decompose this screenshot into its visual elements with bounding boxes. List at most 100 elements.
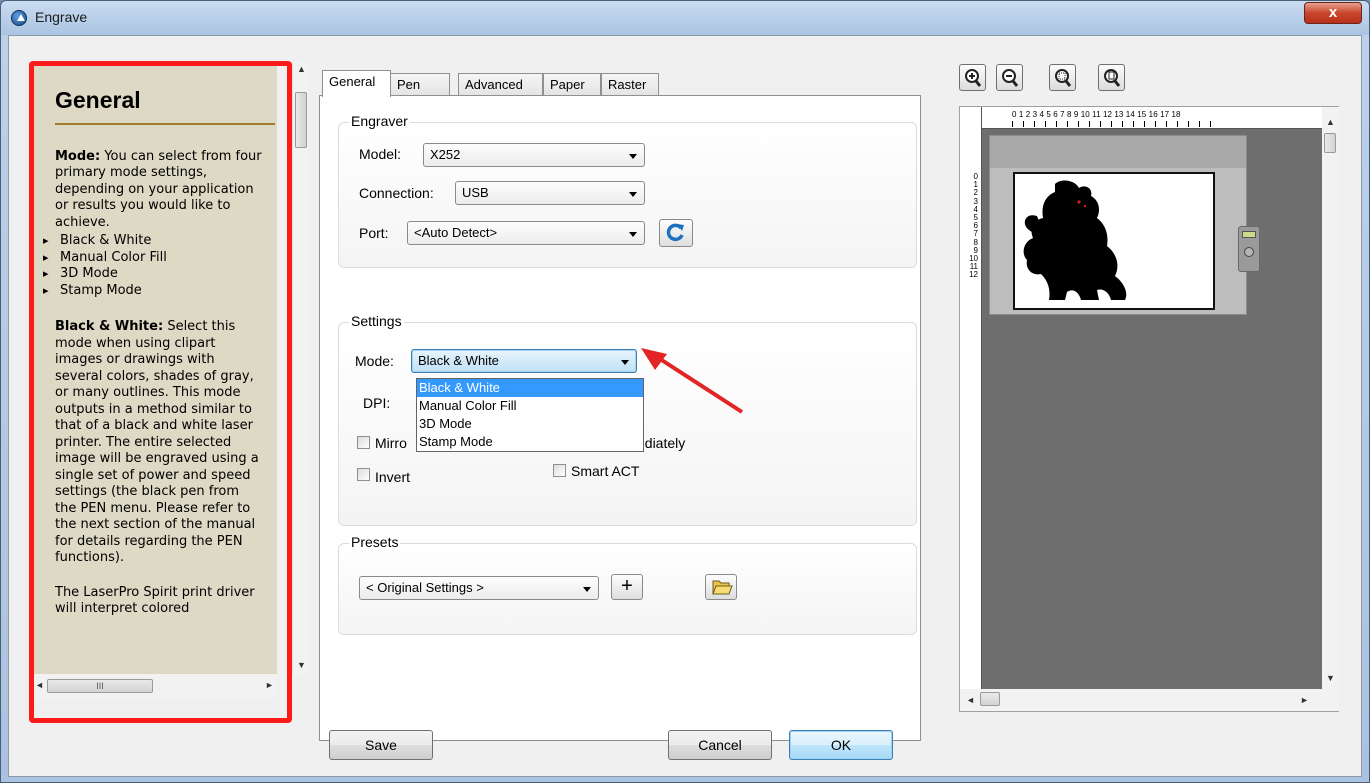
zoom-fit-icon (1055, 69, 1072, 87)
chevron-down-icon (629, 192, 637, 197)
open-preset-button[interactable] (705, 574, 737, 600)
zoom-page-icon (1104, 69, 1121, 87)
help-pane: General Mode: You can select from four p… (29, 62, 308, 722)
help-bw-text: Select this mode when using clipart imag… (55, 319, 259, 565)
port-value: <Auto Detect> (414, 225, 498, 240)
zoom-in-icon (965, 69, 982, 87)
mirror-checkbox[interactable] (357, 436, 370, 449)
zoom-out-icon (1002, 69, 1019, 87)
scroll-down-icon[interactable]: ▼ (1326, 673, 1335, 683)
invert-checkbox[interactable] (357, 468, 370, 481)
ruler-top-labels: 0 1 2 3 4 5 6 7 8 9 10 11 12 13 14 15 16… (1012, 110, 1181, 119)
help-mode-paragraph: Mode: You can select from four primary m… (43, 149, 263, 232)
tab-paper[interactable]: Paper (543, 73, 601, 96)
port-label: Port: (359, 225, 389, 241)
start-immediately-label: ediately (637, 435, 686, 451)
list-item: Manual Color Fill (43, 250, 263, 267)
help-divider (55, 122, 275, 125)
connection-value: USB (462, 185, 489, 200)
zoom-fit-button[interactable] (1049, 64, 1076, 91)
connection-select[interactable]: USB (455, 181, 645, 205)
close-button[interactable]: x (1304, 2, 1362, 24)
title-bar[interactable]: Engrave x (1, 1, 1369, 35)
scroll-up-icon[interactable]: ▲ (297, 64, 306, 74)
help-title: General (55, 87, 141, 113)
tab-advanced[interactable]: Advanced (458, 73, 543, 96)
list-item: Stamp Mode (43, 283, 263, 300)
mirror-label: Mirro (375, 435, 407, 451)
help-vscroll-thumb[interactable] (295, 92, 307, 148)
tab-pen[interactable]: Pen (390, 73, 450, 96)
preview-horizontal-scrollbar[interactable]: ◄ ► (960, 689, 1322, 711)
scroll-left-icon[interactable]: ◄ (966, 695, 975, 705)
ruler-top-ticks (1012, 121, 1212, 127)
zoom-page-button[interactable] (1098, 64, 1125, 91)
port-select[interactable]: <Auto Detect> (407, 221, 645, 245)
add-preset-button[interactable]: + (611, 574, 643, 600)
preview-vertical-scrollbar[interactable]: ▲ ▼ (1322, 107, 1339, 711)
mode-option-stamp-mode[interactable]: Stamp Mode (417, 433, 643, 451)
chevron-down-icon (621, 360, 629, 365)
zoom-out-button[interactable] (996, 64, 1023, 91)
help-hscroll-thumb[interactable]: III (47, 679, 153, 693)
help-horizontal-scrollbar[interactable]: ◄ III ► (29, 674, 277, 698)
chevron-down-icon (629, 232, 637, 237)
scroll-right-icon[interactable]: ► (265, 680, 274, 690)
mode-select[interactable]: Black & White (411, 349, 637, 373)
scroll-down-icon[interactable]: ▼ (297, 660, 306, 670)
refresh-icon (666, 223, 684, 242)
help-vertical-scrollbar[interactable]: ▲ ▼ (292, 62, 308, 674)
ruler-top: 0 1 2 3 4 5 6 7 8 9 10 11 12 13 14 15 16… (982, 107, 1322, 129)
cancel-button[interactable]: Cancel (668, 730, 772, 760)
mode-value: Black & White (418, 353, 499, 368)
laser-top-rail (990, 136, 1246, 168)
annotation-arrow-icon (641, 348, 744, 414)
laser-bed (989, 135, 1260, 315)
zoom-in-button[interactable] (959, 64, 986, 91)
presets-value: < Original Settings > (366, 580, 484, 595)
presets-group-label: Presets (349, 534, 401, 550)
model-label: Model: (359, 146, 402, 162)
help-mode-heading: Mode: (55, 148, 101, 164)
preview-canvas[interactable]: 0 1 2 3 4 5 6 7 8 9 10 11 12 0 1 2 3 4 5 6 7 8 9 10 … (960, 107, 1322, 711)
smart-act-checkbox[interactable] (553, 464, 566, 477)
save-button[interactable]: Save (329, 730, 433, 760)
model-select[interactable]: X252 (423, 143, 645, 167)
tab-general[interactable]: General (322, 70, 391, 97)
list-item: Black & White (43, 233, 263, 250)
connection-label: Connection: (359, 185, 434, 201)
panther-artwork (1023, 180, 1127, 300)
help-tail-paragraph: The LaserPro Spirit print driver will in… (55, 584, 255, 617)
laser-control-panel (1238, 226, 1260, 272)
refresh-button[interactable] (659, 219, 693, 247)
folder-icon (712, 580, 733, 595)
scroll-up-icon[interactable]: ▲ (1326, 117, 1335, 127)
engrave-page (1013, 172, 1215, 310)
ruler-left-labels: 0 1 2 3 4 5 6 7 8 9 10 11 12 (969, 172, 978, 280)
mode-dropdown-list[interactable]: Black & White Manual Color Fill 3D Mode … (416, 378, 644, 452)
ok-button[interactable]: OK (789, 730, 893, 760)
help-mode-list: Black & White Manual Color Fill 3D Mode … (43, 233, 263, 299)
tab-raster[interactable]: Raster (601, 73, 659, 96)
settings-group-label: Settings (349, 313, 404, 329)
presets-group: Presets < Original Settings > + (338, 534, 917, 635)
app-icon (11, 10, 27, 26)
chevron-down-icon (583, 587, 591, 592)
scroll-right-icon[interactable]: ► (1300, 695, 1309, 705)
scroll-left-icon[interactable]: ◄ (35, 680, 44, 690)
chevron-down-icon (629, 154, 637, 159)
engraver-group: Engraver Model: X252 Connection: USB Por… (338, 113, 917, 268)
model-value: X252 (430, 147, 461, 162)
preview-vscroll-thumb[interactable] (1324, 133, 1336, 153)
mode-option-manual-color-fill[interactable]: Manual Color Fill (417, 397, 643, 415)
presets-select[interactable]: < Original Settings > (359, 576, 599, 600)
ruler-left: 0 1 2 3 4 5 6 7 8 9 10 11 12 (960, 107, 982, 711)
dialog-client: General Mode: You can select from four p… (8, 35, 1362, 777)
mode-option-black-white[interactable]: Black & White (417, 379, 643, 397)
preview-hscroll-thumb[interactable] (980, 692, 1000, 706)
engrave-preview[interactable]: 0 1 2 3 4 5 6 7 8 9 10 11 12 0 1 2 3 4 5 6 7 8 9 10 … (959, 106, 1339, 712)
general-tab-panel: Engraver Model: X252 Connection: USB Por… (319, 95, 921, 741)
help-bw-heading: Black & White: (55, 319, 164, 334)
invert-label: Invert (375, 469, 411, 485)
mode-option-3d-mode[interactable]: 3D Mode (417, 415, 643, 433)
